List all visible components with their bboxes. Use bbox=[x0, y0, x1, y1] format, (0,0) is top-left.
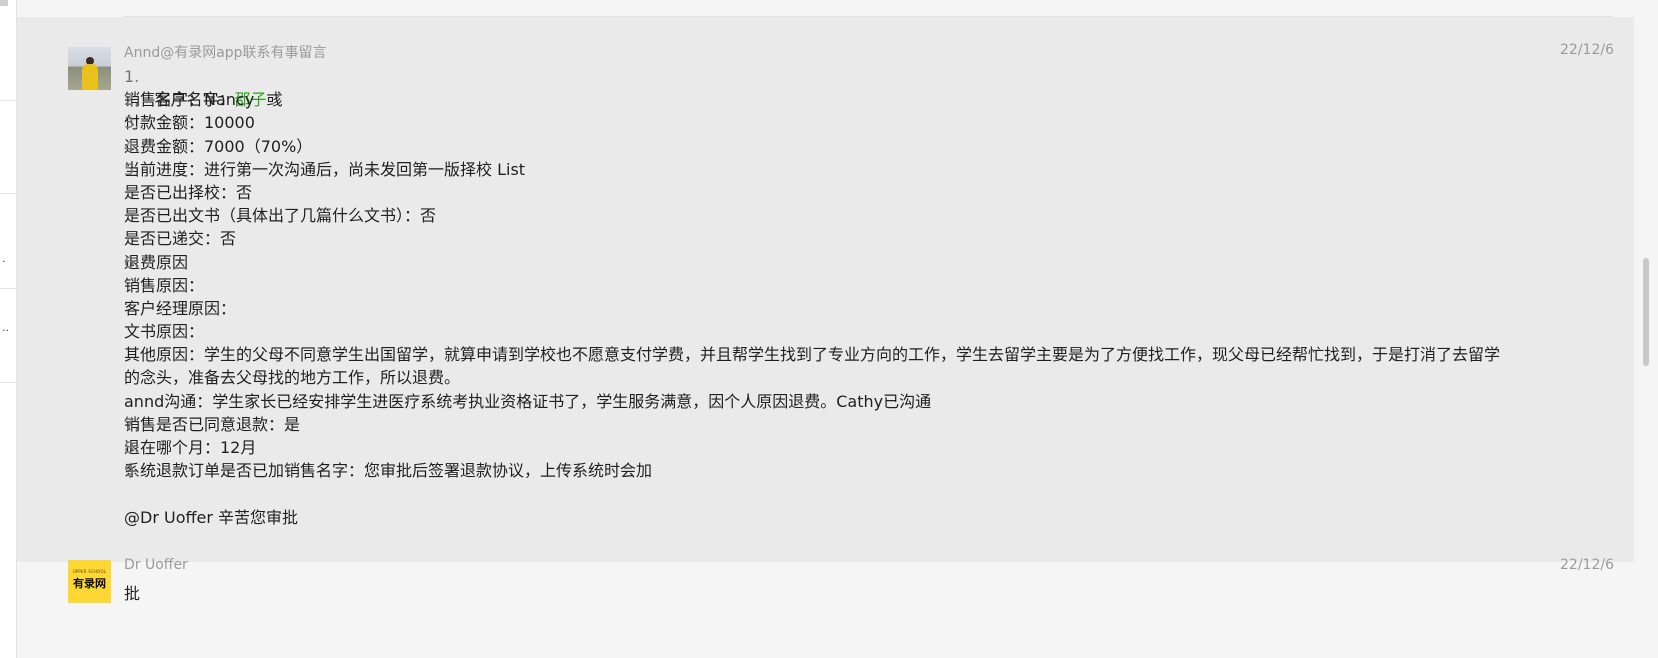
line-text: 销售是否已同意退款：是 bbox=[124, 414, 301, 434]
line-text: 是否已出择校：否 bbox=[124, 182, 253, 202]
line-text: 销售名字：Nancy bbox=[124, 90, 255, 110]
sender-name[interactable]: Annd@有录网app联系有事留言 bbox=[124, 42, 327, 62]
message-line: 其他原因：学生的父母不同意学生出国留学，就算申请到学校也不愿意支付学费，并且帮学… bbox=[124, 343, 1509, 389]
sender-name[interactable]: Dr Uoffer bbox=[124, 557, 188, 573]
line-text: 退费金额：7000（70%） bbox=[124, 136, 313, 156]
line-text: 当前进度：进行第一次沟通后，尚未发回第一版择校 List bbox=[124, 159, 526, 179]
message-body: 1. 客户名字：邵子彧 2. 销售名字：Nancy 3. 付款金额：10000 4. 退… bbox=[124, 65, 1509, 529]
message-date: 22/12/6 bbox=[1560, 557, 1614, 573]
message-line: 8. 退在哪个月：12月 bbox=[124, 436, 1509, 459]
message-line: 7. 销售是否已同意退款：是 bbox=[124, 413, 1509, 436]
line-text: 客户经理原因： bbox=[124, 298, 237, 318]
message-line: 6. 退费原因 bbox=[124, 251, 1509, 274]
message-line: 9. 系统退款订单是否已加销售名字：您审批后签署退款协议，上传系统时会加 bbox=[124, 459, 1509, 482]
message-item[interactable]: UPPER SCHOOL 有录网 Dr Uoffer 22/12/6 批 bbox=[17, 557, 1634, 658]
list-number: 8. bbox=[124, 438, 140, 458]
message-line: 2. 销售名字：Nancy bbox=[124, 88, 1509, 111]
list-number: 1. bbox=[124, 67, 140, 86]
message-line: 文书原因： bbox=[124, 320, 1509, 343]
divider bbox=[0, 193, 16, 194]
truncation-dots-icon: . bbox=[2, 252, 6, 265]
line-text: 是否已递交：否 bbox=[124, 229, 237, 249]
line-text: 是否已出文书（具体出了几篇什么文书）：否 bbox=[124, 206, 437, 226]
line-text: 其他原因：学生的父母不同意学生出国留学，就算申请到学校也不愿意支付学费，并且帮学… bbox=[124, 345, 1501, 388]
avatar-logo-text: 有录网 bbox=[73, 577, 106, 590]
avatar-tagline: UPPER SCHOOL bbox=[72, 569, 107, 574]
scrollbar[interactable] bbox=[1634, 0, 1658, 658]
line-text: 销售原因： bbox=[124, 275, 205, 295]
truncation-dots-icon: .. bbox=[2, 321, 9, 334]
message-line: 是否已出择校：否 bbox=[124, 181, 1509, 204]
message-line: @Dr Uoffer 辛苦您审批 bbox=[124, 506, 1509, 529]
list-number: 7. bbox=[124, 414, 140, 434]
message-date: 22/12/6 bbox=[1560, 42, 1614, 58]
scrollbar-thumb[interactable] bbox=[1643, 258, 1649, 366]
message-line: 是否已出文书（具体出了几篇什么文书）：否 bbox=[124, 204, 1509, 227]
line-text: 系统退款订单是否已加销售名字：您审批后签署退款协议，上传系统时会加 bbox=[124, 461, 653, 481]
line-text: annd沟通：学生家长已经安排学生进医疗系统考执业资格证书了，学生服务满意，因个… bbox=[124, 391, 932, 411]
divider bbox=[0, 100, 16, 101]
line-text: 文书原因： bbox=[124, 322, 205, 342]
list-number: 4. bbox=[124, 136, 140, 156]
list-number: 5. bbox=[124, 159, 140, 179]
message-line: 5. 当前进度：进行第一次沟通后，尚未发回第一版择校 List bbox=[124, 158, 1509, 181]
left-panel-edge: . .. bbox=[0, 0, 17, 658]
line-text: 退在哪个月：12月 bbox=[124, 438, 257, 458]
message-line: 3. 付款金额：10000 bbox=[124, 111, 1509, 134]
line-text: 付款金额：10000 bbox=[124, 113, 255, 133]
message-line: 4. 退费金额：7000（70%） bbox=[124, 135, 1509, 158]
list-number: 6. bbox=[124, 252, 140, 272]
list-number: 3. bbox=[124, 113, 140, 133]
message-line: annd沟通：学生家长已经安排学生进医疗系统考执业资格证书了，学生服务满意，因个… bbox=[124, 390, 1509, 413]
message-line: 是否已递交：否 bbox=[124, 227, 1509, 250]
mention-text: @Dr Uoffer 辛苦您审批 bbox=[124, 507, 299, 527]
message-line: 销售原因： bbox=[124, 274, 1509, 297]
message-body: 批 bbox=[124, 584, 141, 603]
left-scroll-indicator bbox=[0, 0, 8, 6]
divider bbox=[0, 382, 16, 383]
message-line: 客户经理原因： bbox=[124, 297, 1509, 320]
avatar[interactable] bbox=[68, 47, 111, 90]
list-number: 9. bbox=[124, 461, 140, 481]
divider bbox=[0, 288, 16, 289]
message-line: 1. 客户名字：邵子彧 bbox=[124, 65, 1509, 109]
avatar-figure bbox=[82, 64, 98, 90]
message-item[interactable]: Annd@有录网app联系有事留言 22/12/6 1. 客户名字：邵子彧 2. 销… bbox=[17, 17, 1634, 562]
list-number: 2. bbox=[124, 90, 140, 110]
avatar[interactable]: UPPER SCHOOL 有录网 bbox=[68, 560, 111, 603]
